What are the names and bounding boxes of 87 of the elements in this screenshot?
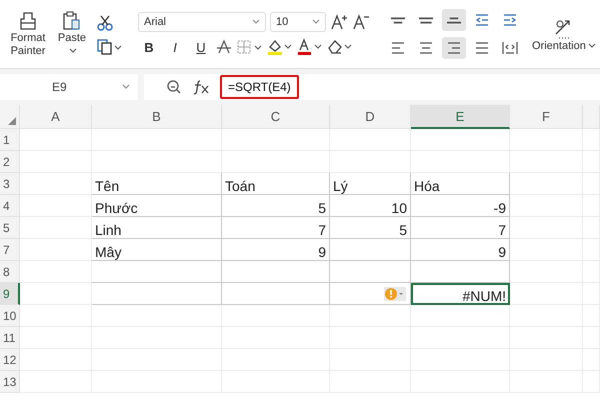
row-header[interactable]: 8 xyxy=(0,261,20,283)
grid-cell xyxy=(20,283,92,305)
column-header[interactable]: F xyxy=(510,105,583,129)
font-size-field[interactable]: 10 xyxy=(270,12,326,32)
align-justify-icon xyxy=(474,41,490,55)
column-header[interactable]: B xyxy=(92,105,222,129)
row-header[interactable]: 3 xyxy=(0,173,20,195)
align-top-icon xyxy=(390,16,406,24)
grid-cell xyxy=(20,239,92,261)
scissors-icon[interactable] xyxy=(96,14,114,32)
underline-button[interactable]: U xyxy=(190,40,212,54)
formula-field[interactable]: =SQRT(E4) xyxy=(220,75,299,99)
table-cell: 5 xyxy=(222,195,330,217)
grid-cell xyxy=(20,327,92,349)
table-cell: Linh xyxy=(92,217,222,239)
table-cell: 7 xyxy=(411,217,510,239)
row-header[interactable]: 4 xyxy=(0,195,20,217)
align-middle-icon xyxy=(418,16,434,24)
row-header[interactable]: 7 xyxy=(0,239,20,261)
decrease-font-icon[interactable] xyxy=(352,13,370,31)
grid-cell xyxy=(20,151,92,173)
row-header[interactable]: 1 xyxy=(0,129,20,151)
grid-cell xyxy=(20,195,92,217)
dropdown-icon xyxy=(69,48,77,54)
align-right-button[interactable] xyxy=(442,37,466,59)
grid-cell xyxy=(20,173,92,195)
grid-cell xyxy=(20,217,92,239)
row-header[interactable]: 9 xyxy=(0,283,20,305)
copy-icon[interactable] xyxy=(96,38,122,56)
table-cell: 9 xyxy=(222,239,330,261)
table-cell: #NUM! xyxy=(411,283,510,305)
increase-font-icon[interactable] xyxy=(330,13,348,31)
select-all-corner[interactable] xyxy=(0,105,20,129)
table-cell: -9 xyxy=(411,195,510,217)
paste-button[interactable]: Paste xyxy=(52,10,92,58)
grid-cell xyxy=(20,261,92,283)
grid-cell xyxy=(20,129,92,151)
dropdown-icon xyxy=(588,43,596,50)
italic-button[interactable]: I xyxy=(164,40,186,54)
column-header[interactable]: C xyxy=(222,105,330,129)
row-header[interactable]: 2 xyxy=(0,151,20,173)
table-cell: Toán xyxy=(222,173,330,195)
align-right-icon xyxy=(446,41,462,55)
row-header[interactable]: 13 xyxy=(0,371,20,393)
grid-cell xyxy=(20,349,92,371)
align-outdent-icon xyxy=(474,13,490,27)
format-painter-button[interactable]: Format Painter xyxy=(8,10,48,58)
align-center-icon xyxy=(418,41,434,55)
table-cell: 10 xyxy=(330,195,411,217)
grid-cell xyxy=(583,129,600,151)
chevron-icon xyxy=(122,84,130,90)
column-header[interactable]: A xyxy=(20,105,92,129)
select-all-icon[interactable] xyxy=(8,117,16,125)
table-cell: Hóa xyxy=(411,173,510,195)
row-header[interactable]: 10 xyxy=(0,305,20,327)
column-header[interactable]: E xyxy=(411,105,510,129)
column-header[interactable]: D xyxy=(330,105,411,129)
align-distributed-icon xyxy=(502,41,518,55)
fill-color-icon[interactable] xyxy=(266,38,292,56)
table-cell: 5 xyxy=(330,217,411,239)
eraser-icon[interactable] xyxy=(326,38,352,56)
table-cell: Mây xyxy=(92,239,222,261)
name-box[interactable]: E9 xyxy=(0,74,138,100)
bold-button[interactable]: B xyxy=(138,40,160,54)
table-cell: Phước xyxy=(92,195,222,217)
orientation-button[interactable]: Orientation xyxy=(532,40,596,52)
borders-icon[interactable] xyxy=(236,39,262,55)
table-cell: 7 xyxy=(222,217,330,239)
strikethrough-icon[interactable] xyxy=(216,39,232,55)
align-bottom-icon xyxy=(446,16,462,24)
row-header[interactable]: 12 xyxy=(0,349,20,371)
row-header[interactable]: 11 xyxy=(0,327,20,349)
font-name-field[interactable]: Arial xyxy=(138,12,266,32)
zoom-icon[interactable] xyxy=(166,79,182,95)
grid-cell xyxy=(20,371,92,393)
function-icon[interactable] xyxy=(192,79,210,95)
table-cell: Tên xyxy=(92,173,222,195)
grid-cell xyxy=(20,305,92,327)
row-header[interactable]: 5 xyxy=(0,217,20,239)
chevron-icon xyxy=(252,19,260,25)
table-cell: 9 xyxy=(411,239,510,261)
align-left-icon xyxy=(390,41,406,55)
chevron-icon xyxy=(312,19,320,25)
table-cell: Lý xyxy=(330,173,411,195)
font-color-icon[interactable] xyxy=(296,38,322,56)
align-indent-icon xyxy=(502,13,518,27)
align-bottom-button[interactable] xyxy=(442,9,466,31)
